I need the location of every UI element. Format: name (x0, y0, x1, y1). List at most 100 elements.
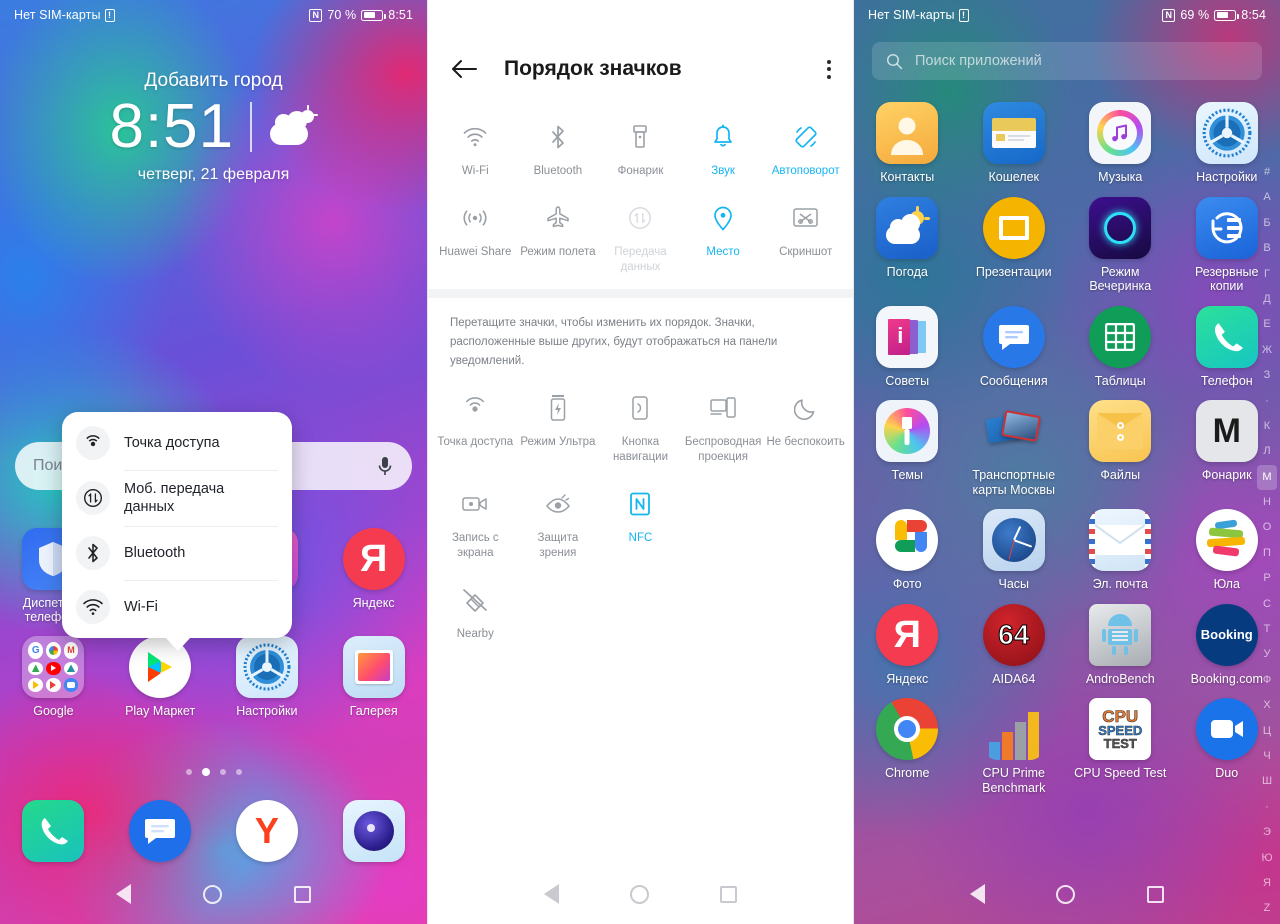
app-files[interactable]: Файлы (1067, 391, 1174, 497)
toggle-airplane-mode[interactable]: Режим полета (517, 189, 600, 285)
app-yandex[interactable]: Я Яндекс (854, 595, 961, 687)
popup-item-bluetooth[interactable]: Bluetooth (62, 526, 292, 580)
page-dot[interactable] (185, 769, 192, 775)
toggle-hotspot[interactable]: Точка доступа (434, 379, 517, 475)
weather-clock-widget[interactable]: Добавить город 8:51 четверг, 21 февраля (0, 70, 427, 184)
toggle-sound[interactable]: Звук (682, 108, 765, 189)
index-letter[interactable]: Х (1257, 693, 1277, 718)
index-letter[interactable]: · (1257, 795, 1277, 820)
toggle-screenshot[interactable]: Скриншот (764, 189, 847, 285)
popup-item-mobile-data[interactable]: Моб. передача данных (62, 470, 292, 526)
index-letter[interactable]: · (1257, 389, 1277, 414)
app-themes[interactable]: Темы (854, 391, 961, 497)
app-music[interactable]: Музыка (1067, 93, 1174, 185)
app-gallery[interactable]: Галерея (320, 636, 427, 718)
index-letter[interactable]: Ф (1257, 668, 1277, 693)
index-letter[interactable]: Т (1257, 617, 1277, 642)
index-letter[interactable]: Э (1257, 820, 1277, 845)
page-dot[interactable] (235, 769, 242, 775)
index-letter[interactable]: Е (1257, 312, 1277, 337)
app-contacts[interactable]: Контакты (854, 93, 961, 185)
index-letter[interactable]: Ш (1257, 769, 1277, 794)
toggle-ultra-power[interactable]: Режим Ультра (517, 379, 600, 475)
toggle-nfc[interactable]: NFC (599, 475, 682, 571)
back-icon[interactable] (543, 884, 559, 904)
recents-icon[interactable] (720, 885, 738, 903)
dock-messages[interactable]: Сообщения (107, 800, 214, 862)
index-letter[interactable]: В (1257, 236, 1277, 261)
app-sheets[interactable]: Таблицы (1067, 297, 1174, 389)
app-tips[interactable]: i Советы (854, 297, 961, 389)
index-letter[interactable]: Д (1257, 287, 1277, 312)
app-party-mode[interactable]: Режим Вечеринка (1067, 188, 1174, 294)
index-letter[interactable]: З (1257, 363, 1277, 388)
index-letter[interactable]: Ж (1257, 338, 1277, 363)
app-google-photos[interactable]: Фото (854, 500, 961, 592)
index-letter[interactable]: П (1257, 541, 1277, 566)
toggle-auto-rotate[interactable]: Автоповорот (764, 108, 847, 189)
app-androbench[interactable]: AndroBench (1067, 595, 1174, 687)
popup-item-wifi[interactable]: Wi-Fi (62, 580, 292, 634)
toggle-huawei-share[interactable]: Huawei Share (434, 189, 517, 285)
app-cpu-speed[interactable]: CPU SPEED TEST CPU Speed Test (1067, 689, 1174, 795)
index-letter[interactable]: А (1257, 185, 1277, 210)
toggle-nearby[interactable]: Nearby (434, 571, 517, 652)
index-letter[interactable]: С (1257, 592, 1277, 617)
popup-item-hotspot[interactable]: Точка доступа (62, 416, 292, 470)
home-icon[interactable] (629, 884, 649, 904)
index-letter-selected[interactable]: М (1257, 464, 1277, 491)
toggle-wireless-projection[interactable]: Беспроводная проекция (682, 379, 765, 475)
app-settings[interactable]: Настройки (214, 636, 321, 718)
index-letter[interactable]: Ч (1257, 744, 1277, 769)
back-icon[interactable] (116, 884, 131, 904)
toggle-do-not-disturb[interactable]: Не беспокоить (764, 379, 847, 475)
index-letter[interactable]: Н (1257, 490, 1277, 515)
index-letter[interactable]: Л (1257, 439, 1277, 464)
app-messages[interactable]: Сообщения (961, 297, 1068, 389)
app-yandex[interactable]: Я Яндекс (320, 528, 427, 624)
toggle-nav-button[interactable]: Кнопка навигации (599, 379, 682, 475)
back-icon[interactable] (969, 884, 985, 904)
add-city-label[interactable]: Добавить город (0, 70, 427, 92)
recents-icon[interactable] (294, 885, 311, 903)
toggle-wifi[interactable]: Wi-Fi (434, 108, 517, 189)
toggle-eye-comfort[interactable]: Защита зрения (517, 475, 600, 571)
page-indicator[interactable] (0, 768, 427, 776)
app-google-folder[interactable]: G M Google (0, 636, 107, 718)
index-letter[interactable]: Ц (1257, 719, 1277, 744)
app-email[interactable]: Эл. почта (1067, 500, 1174, 592)
app-cpu-prime[interactable]: CPU Prime Benchmark (961, 689, 1068, 795)
app-wallet[interactable]: Кошелек (961, 93, 1068, 185)
toggle-bluetooth[interactable]: Bluetooth (517, 108, 600, 189)
home-icon[interactable] (1056, 884, 1076, 904)
home-icon[interactable] (203, 884, 222, 904)
index-letter[interactable]: У (1257, 642, 1277, 667)
index-letter[interactable]: # (1257, 160, 1277, 185)
dock-camera[interactable]: Камера (320, 800, 427, 862)
index-letter[interactable]: Г (1257, 262, 1277, 287)
app-search-input[interactable]: Поиск приложений (872, 42, 1262, 80)
app-aida64[interactable]: 64 AIDA64 (961, 595, 1068, 687)
toggle-location[interactable]: Место (682, 189, 765, 285)
overflow-menu-icon[interactable] (827, 59, 831, 79)
page-dot-active[interactable] (201, 768, 210, 776)
index-letter[interactable]: К (1257, 414, 1277, 439)
page-dot[interactable] (219, 769, 226, 775)
toggle-mobile-data[interactable]: Передача данных (599, 189, 682, 285)
alphabet-index[interactable]: # А Б В Г Д Е Ж З · К Л М Н О П Р С Т У … (1257, 160, 1277, 922)
dock-phone[interactable]: Телефон (0, 800, 107, 862)
index-letter[interactable]: О (1257, 515, 1277, 540)
dock-yandex-browser[interactable]: Y Яндекс Браузер (214, 800, 321, 862)
app-transport-cards[interactable]: Транспортные карты Москвы (961, 391, 1068, 497)
recents-icon[interactable] (1147, 885, 1165, 903)
app-slides[interactable]: Презентации (961, 188, 1068, 294)
toggle-screen-record[interactable]: Запись с экрана (434, 475, 517, 571)
app-play-store[interactable]: Play Маркет (107, 636, 214, 718)
back-arrow-icon[interactable] (450, 58, 478, 80)
microphone-icon[interactable] (376, 455, 394, 477)
app-clock[interactable]: Часы (961, 500, 1068, 592)
app-chrome[interactable]: Chrome (854, 689, 961, 795)
index-letter[interactable]: Р (1257, 566, 1277, 591)
toggle-flashlight[interactable]: Фонарик (599, 108, 682, 189)
app-weather[interactable]: Погода (854, 188, 961, 294)
